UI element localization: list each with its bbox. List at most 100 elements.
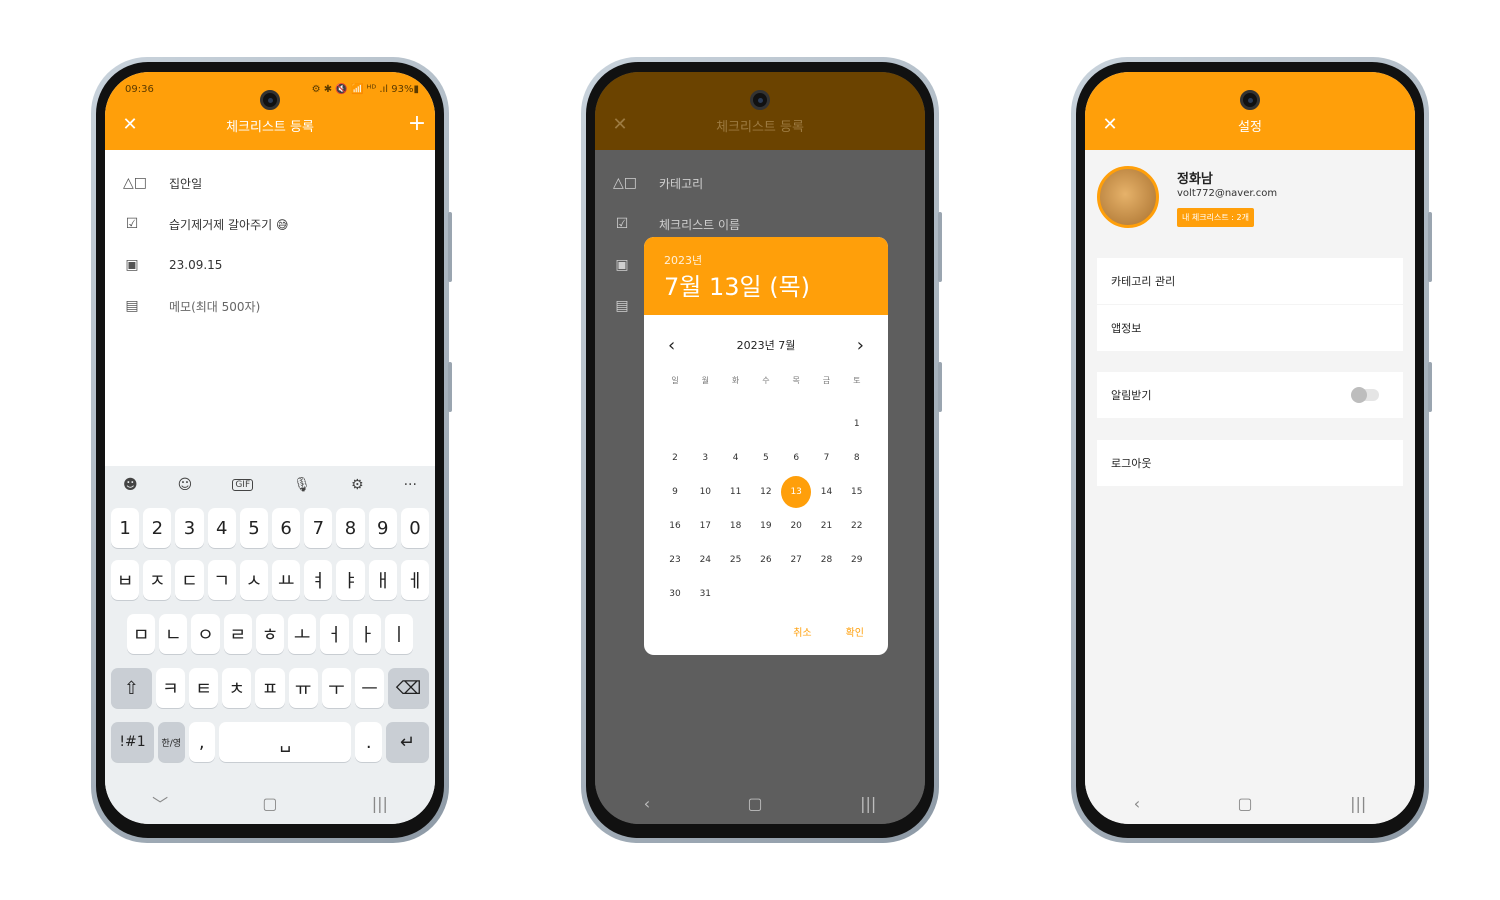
- key[interactable]: ㅇ: [191, 614, 220, 654]
- key[interactable]: ㅋ: [155, 668, 186, 708]
- gif-icon[interactable]: GIF: [232, 479, 254, 491]
- key[interactable]: ㅁ: [127, 614, 156, 654]
- calendar-day[interactable]: 30: [660, 577, 690, 611]
- symbols-key[interactable]: !#1: [111, 722, 155, 762]
- calendar-day[interactable]: 16: [660, 509, 690, 543]
- selected-year[interactable]: 2023년: [664, 252, 702, 268]
- key[interactable]: 4: [207, 508, 236, 548]
- period-key[interactable]: .: [355, 722, 382, 762]
- calendar-day[interactable]: 15: [842, 475, 872, 509]
- recents-icon[interactable]: |||: [860, 794, 876, 813]
- key[interactable]: ㅜ: [321, 668, 351, 708]
- calendar-day[interactable]: 10: [690, 475, 720, 509]
- key[interactable]: ㅠ: [288, 668, 318, 708]
- calendar-day[interactable]: 4: [721, 441, 751, 475]
- calendar-day[interactable]: 7: [811, 441, 841, 475]
- calendar-day[interactable]: 23: [660, 543, 690, 577]
- calendar-day[interactable]: 24: [690, 543, 720, 577]
- lang-switch-key[interactable]: 한/영: [158, 722, 185, 762]
- menu-logout[interactable]: 로그아웃: [1097, 440, 1403, 486]
- calendar-day[interactable]: 11: [721, 475, 751, 509]
- calendar-day[interactable]: 26: [751, 543, 781, 577]
- calendar-day[interactable]: 12: [751, 475, 781, 509]
- checklist-name-row[interactable]: ☑ 습기제거제 갈아주기 😅: [105, 209, 435, 239]
- key[interactable]: 9: [368, 508, 397, 548]
- key[interactable]: ㄹ: [223, 614, 252, 654]
- calendar-day[interactable]: 8: [842, 441, 872, 475]
- calendar-day[interactable]: 28: [811, 543, 841, 577]
- calendar-day[interactable]: 3: [690, 441, 720, 475]
- key[interactable]: ㅅ: [239, 560, 269, 600]
- key[interactable]: ㅐ: [368, 560, 397, 600]
- key[interactable]: 8: [336, 508, 365, 548]
- recents-icon[interactable]: |||: [1350, 794, 1366, 813]
- key[interactable]: 3: [175, 508, 204, 548]
- calendar-day[interactable]: 9: [660, 475, 690, 509]
- key[interactable]: ㅌ: [189, 668, 219, 708]
- calendar-day[interactable]: 5: [751, 441, 781, 475]
- key[interactable]: ㄱ: [207, 560, 236, 600]
- calendar-day[interactable]: 18: [721, 509, 751, 543]
- notification-toggle[interactable]: [1351, 387, 1379, 403]
- key[interactable]: ㅈ: [143, 560, 172, 600]
- backspace-key[interactable]: ⌫: [388, 668, 430, 708]
- recents-icon[interactable]: |||: [372, 794, 388, 813]
- key[interactable]: ㅂ: [111, 560, 140, 600]
- key[interactable]: ㄷ: [175, 560, 204, 600]
- calendar-day[interactable]: 14: [811, 475, 841, 509]
- key[interactable]: ㅣ: [384, 614, 413, 654]
- calendar-day[interactable]: 1: [842, 407, 872, 441]
- prev-month-icon[interactable]: ‹: [668, 335, 675, 356]
- key[interactable]: ㅓ: [320, 614, 349, 654]
- key[interactable]: 0: [400, 508, 430, 548]
- category-row[interactable]: △□ 집안일: [105, 168, 435, 198]
- sticker-icon[interactable]: ☻: [123, 477, 138, 493]
- emoji-icon[interactable]: ☺: [178, 477, 193, 493]
- calendar-day[interactable]: 25: [721, 543, 751, 577]
- calendar-day[interactable]: 2: [660, 441, 690, 475]
- calendar-day[interactable]: 19: [751, 509, 781, 543]
- key[interactable]: ㅡ: [354, 668, 385, 708]
- key[interactable]: ㅍ: [255, 668, 285, 708]
- menu-category-manage[interactable]: 카테고리 관리: [1097, 258, 1403, 304]
- space-key[interactable]: ␣: [219, 722, 352, 762]
- key[interactable]: ㅔ: [400, 560, 430, 600]
- key[interactable]: 1: [111, 508, 140, 548]
- shift-key[interactable]: ⇧: [111, 668, 152, 708]
- next-month-icon[interactable]: ›: [857, 335, 864, 356]
- comma-key[interactable]: ,: [188, 722, 216, 762]
- calendar-day[interactable]: 21: [811, 509, 841, 543]
- add-icon[interactable]: +: [407, 113, 427, 135]
- key[interactable]: 7: [304, 508, 333, 548]
- calendar-day[interactable]: 22: [842, 509, 872, 543]
- key[interactable]: ㅏ: [352, 614, 381, 654]
- back-icon[interactable]: ‹: [644, 794, 650, 813]
- home-icon[interactable]: ▢: [1238, 794, 1253, 813]
- key[interactable]: ㅑ: [336, 560, 365, 600]
- key[interactable]: 6: [272, 508, 301, 548]
- calendar-day[interactable]: 20: [781, 509, 811, 543]
- microphone-icon[interactable]: 🎙: [293, 477, 311, 493]
- key[interactable]: ㅕ: [304, 560, 333, 600]
- date-row[interactable]: ▣ 23.09.15: [105, 250, 435, 280]
- menu-app-info[interactable]: 앱정보: [1097, 305, 1403, 351]
- key[interactable]: 5: [239, 508, 269, 548]
- calendar-day[interactable]: 29: [842, 543, 872, 577]
- key[interactable]: ㅗ: [288, 614, 317, 654]
- key[interactable]: ㅛ: [272, 560, 301, 600]
- calendar-day[interactable]: 6: [781, 441, 811, 475]
- key[interactable]: ㅊ: [222, 668, 252, 708]
- more-icon[interactable]: ···: [404, 477, 417, 493]
- hide-keyboard-icon[interactable]: ﹀: [152, 791, 168, 815]
- cancel-button[interactable]: 취소: [793, 624, 811, 639]
- calendar-day[interactable]: 31: [690, 577, 720, 611]
- ok-button[interactable]: 확인: [846, 624, 864, 639]
- key[interactable]: ㄴ: [159, 614, 188, 654]
- key[interactable]: 2: [143, 508, 172, 548]
- home-icon[interactable]: ▢: [262, 794, 277, 813]
- settings-icon[interactable]: ⚙: [351, 477, 364, 493]
- calendar-day[interactable]: 27: [781, 543, 811, 577]
- memo-row[interactable]: ▤ 메모(최대 500자): [105, 291, 435, 321]
- calendar-day[interactable]: 17: [690, 509, 720, 543]
- home-icon[interactable]: ▢: [748, 794, 763, 813]
